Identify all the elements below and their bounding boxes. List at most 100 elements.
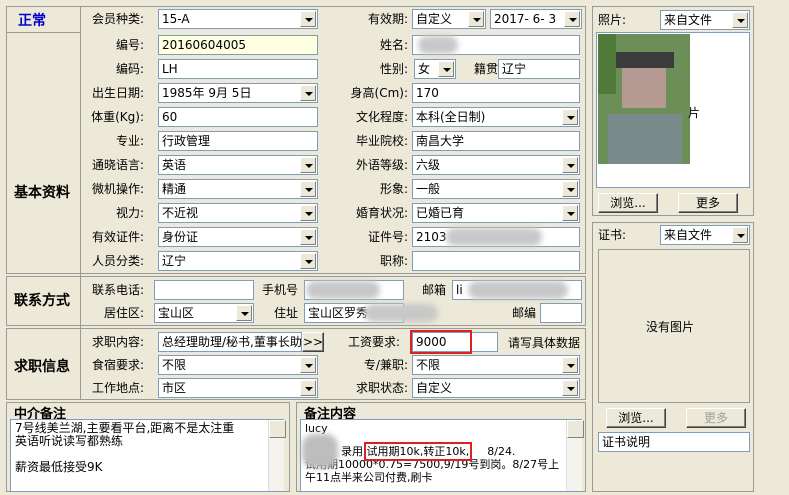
- origin-field[interactable]: 辽宁: [498, 59, 580, 79]
- photo-source-select[interactable]: 来自文件: [660, 10, 750, 30]
- postcode-field[interactable]: [540, 303, 582, 323]
- validity-label: 有效期:: [367, 12, 408, 26]
- image-select[interactable]: 一般: [412, 179, 580, 199]
- photo-label: 照片:: [598, 13, 627, 27]
- remarks-textarea[interactable]: lucy 录用,试用期10k,转正10k, 8/24. 试用期10000*0.75…: [300, 419, 582, 492]
- height-field[interactable]: 170: [412, 83, 580, 103]
- chevron-down-icon[interactable]: [732, 12, 748, 28]
- validity-value: 自定义: [416, 12, 453, 26]
- chevron-down-icon[interactable]: [300, 11, 316, 27]
- birth-date-picker[interactable]: 1985年 9月 5日: [158, 83, 318, 103]
- job-status-select[interactable]: 自定义: [412, 378, 580, 398]
- certificate-more-button[interactable]: 更多: [686, 408, 746, 428]
- location-select[interactable]: 市区: [158, 378, 318, 398]
- job-content-more-button[interactable]: >>: [302, 332, 324, 352]
- salary-highlight: [410, 330, 472, 354]
- title-field[interactable]: [412, 251, 580, 271]
- remarks-line-3: 试用期10000*0.75=7500,9/19号到岗。8/27号上: [305, 458, 560, 471]
- chevron-down-icon[interactable]: [562, 181, 578, 197]
- chevron-down-icon[interactable]: [468, 11, 484, 27]
- chevron-down-icon[interactable]: [438, 61, 454, 77]
- status-label: 正常: [18, 13, 46, 29]
- certificate-browse-button[interactable]: 浏览...: [606, 408, 666, 428]
- chevron-down-icon[interactable]: [300, 229, 316, 245]
- vision-value: 不近视: [162, 206, 199, 220]
- id-field[interactable]: 20160604005: [158, 35, 318, 55]
- phone-field[interactable]: [154, 280, 254, 300]
- edu-select[interactable]: 本科(全日制): [412, 107, 580, 127]
- district-select[interactable]: 宝山区: [154, 303, 254, 323]
- vision-label: 视力:: [115, 206, 144, 220]
- marital-select[interactable]: 已婚已育: [412, 203, 580, 223]
- job-status-value: 自定义: [416, 381, 453, 395]
- left-label-column-divider: [80, 6, 81, 400]
- title-label: 职称:: [379, 254, 408, 268]
- category-select[interactable]: 辽宁: [158, 251, 318, 271]
- lang-select[interactable]: 英语: [158, 155, 318, 175]
- mobile-label: 手机号: [261, 283, 298, 297]
- major-field[interactable]: 行政管理: [158, 131, 318, 151]
- code-label: 编码:: [115, 62, 144, 76]
- chevron-down-icon[interactable]: [236, 305, 252, 321]
- lang-level-select[interactable]: 六级: [412, 155, 580, 175]
- photo-more-button[interactable]: 更多: [678, 193, 738, 213]
- chevron-down-icon[interactable]: [562, 357, 578, 373]
- validity-date-picker[interactable]: 2017- 6- 3: [490, 9, 582, 29]
- idno-label: 证件号:: [367, 230, 408, 244]
- chevron-down-icon[interactable]: [562, 205, 578, 221]
- chevron-down-icon[interactable]: [562, 109, 578, 125]
- remarks-scrollbar[interactable]: [566, 420, 584, 491]
- origin-label: 籍贯: [473, 62, 498, 76]
- job-content-field[interactable]: 总经理助理/秘书,董事长助: [158, 332, 302, 352]
- chevron-down-icon[interactable]: [732, 227, 748, 243]
- certificate-source-select[interactable]: 来自文件: [660, 225, 750, 245]
- photo-browse-button[interactable]: 浏览...: [598, 193, 658, 213]
- vision-select[interactable]: 不近视: [158, 203, 318, 223]
- remarks-redaction: [302, 434, 338, 468]
- chevron-down-icon[interactable]: [300, 181, 316, 197]
- remarks-line-1: lucy: [305, 422, 328, 435]
- member-type-select[interactable]: 15-A: [158, 9, 318, 29]
- food-label: 食宿要求:: [91, 358, 144, 372]
- chevron-down-icon[interactable]: [300, 380, 316, 396]
- edu-value: 本科(全日制): [416, 110, 486, 124]
- chevron-down-icon[interactable]: [562, 380, 578, 396]
- section-contact: 联系方式: [14, 293, 70, 309]
- chevron-down-icon[interactable]: [300, 205, 316, 221]
- remarks-line-4: 午11点半来公司付费,刷卡: [305, 471, 433, 484]
- school-field[interactable]: 南昌大学: [412, 131, 580, 151]
- name-label: 姓名:: [379, 38, 408, 52]
- gender-select[interactable]: 女: [414, 59, 456, 79]
- computer-select[interactable]: 精通: [158, 179, 318, 199]
- chevron-down-icon[interactable]: [564, 11, 580, 27]
- lang-level-label: 外语等级:: [355, 158, 408, 172]
- parttime-select[interactable]: 不限: [412, 355, 580, 375]
- remarks-highlight-text: 试用期10k,转正10k,: [363, 442, 473, 461]
- chevron-down-icon[interactable]: [300, 253, 316, 269]
- food-select[interactable]: 不限: [158, 355, 318, 375]
- image-value: 一般: [416, 182, 441, 196]
- chevron-down-icon[interactable]: [300, 157, 316, 173]
- phone-label: 联系电话:: [91, 283, 144, 297]
- code-field[interactable]: LH: [158, 59, 318, 79]
- remarks-line-2-prefix: 录用,: [341, 445, 367, 458]
- agent-notes-scrollbar[interactable]: [268, 420, 286, 491]
- chevron-down-icon[interactable]: [562, 157, 578, 173]
- job-content-label: 求职内容:: [91, 335, 144, 349]
- validity-select[interactable]: 自定义: [412, 9, 486, 29]
- agent-notes-textarea[interactable]: 7号线美兰湖,主要看平台,距离不是太注重 英语听说读写都熟练 薪资最低接受9K: [10, 419, 284, 492]
- certificate-desc-field[interactable]: 证书说明: [598, 432, 750, 452]
- member-type-value: 15-A: [162, 12, 190, 26]
- name-redaction: [418, 36, 458, 54]
- weight-field[interactable]: 60: [158, 107, 318, 127]
- idtype-select[interactable]: 身份证: [158, 227, 318, 247]
- mobile-redaction: [306, 281, 380, 299]
- chevron-down-icon[interactable]: [300, 357, 316, 373]
- photo-image: [598, 34, 690, 164]
- section-basic-info: 基本资料: [14, 185, 70, 201]
- chevron-down-icon[interactable]: [300, 85, 316, 101]
- location-label: 工作地点:: [91, 381, 144, 395]
- remarks-line-2: 录用,试用期10k,转正10k, 8/24.: [305, 442, 577, 461]
- height-label: 身高(Cm):: [350, 86, 408, 100]
- remarks-line-2-suffix: 8/24.: [487, 445, 516, 458]
